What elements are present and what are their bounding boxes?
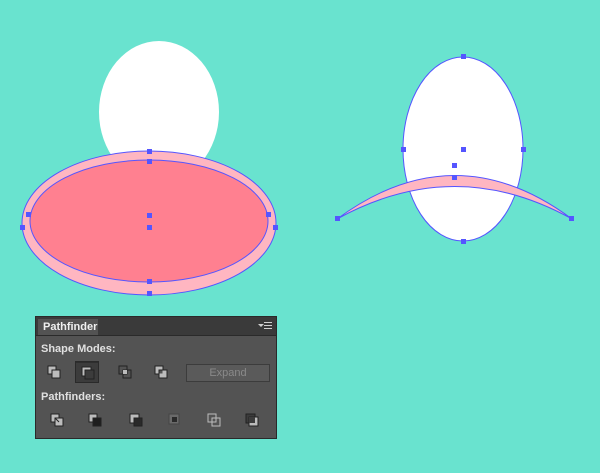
unite-button[interactable] xyxy=(42,361,66,383)
expand-button[interactable]: Expand xyxy=(186,364,270,382)
outline-button[interactable] xyxy=(202,409,226,431)
minus-back-icon xyxy=(245,413,259,427)
left-shape-group[interactable] xyxy=(20,41,278,296)
pathfinders-label: Pathfinders: xyxy=(41,391,106,403)
exclude-icon xyxy=(154,365,168,379)
outline-icon xyxy=(207,413,221,427)
shape-modes-label: Shape Modes: xyxy=(41,343,116,355)
exclude-button[interactable] xyxy=(149,361,173,383)
trim-button[interactable] xyxy=(83,409,107,431)
trim-icon xyxy=(88,413,102,427)
left-pink-ellipse[interactable] xyxy=(29,159,269,283)
right-shape-group[interactable] xyxy=(335,54,574,244)
divide-button[interactable] xyxy=(45,409,69,431)
crop-button[interactable] xyxy=(163,409,187,431)
crop-icon xyxy=(168,413,180,425)
merge-button[interactable] xyxy=(124,409,148,431)
merge-icon xyxy=(129,413,143,427)
panel-menu-icon[interactable] xyxy=(258,320,272,332)
minus-back-button[interactable] xyxy=(240,409,264,431)
divide-icon xyxy=(50,413,64,427)
pathfinder-panel: Pathfinder Shape Modes: Expand Pathfinde… xyxy=(35,316,277,439)
minus-front-icon xyxy=(81,366,95,380)
panel-header: Pathfinder xyxy=(36,317,276,336)
intersect-button[interactable] xyxy=(113,361,137,383)
intersect-icon xyxy=(118,365,132,379)
unite-icon xyxy=(47,365,61,379)
minus-front-button[interactable] xyxy=(75,361,99,383)
tab-pathfinder[interactable]: Pathfinder xyxy=(38,319,98,335)
